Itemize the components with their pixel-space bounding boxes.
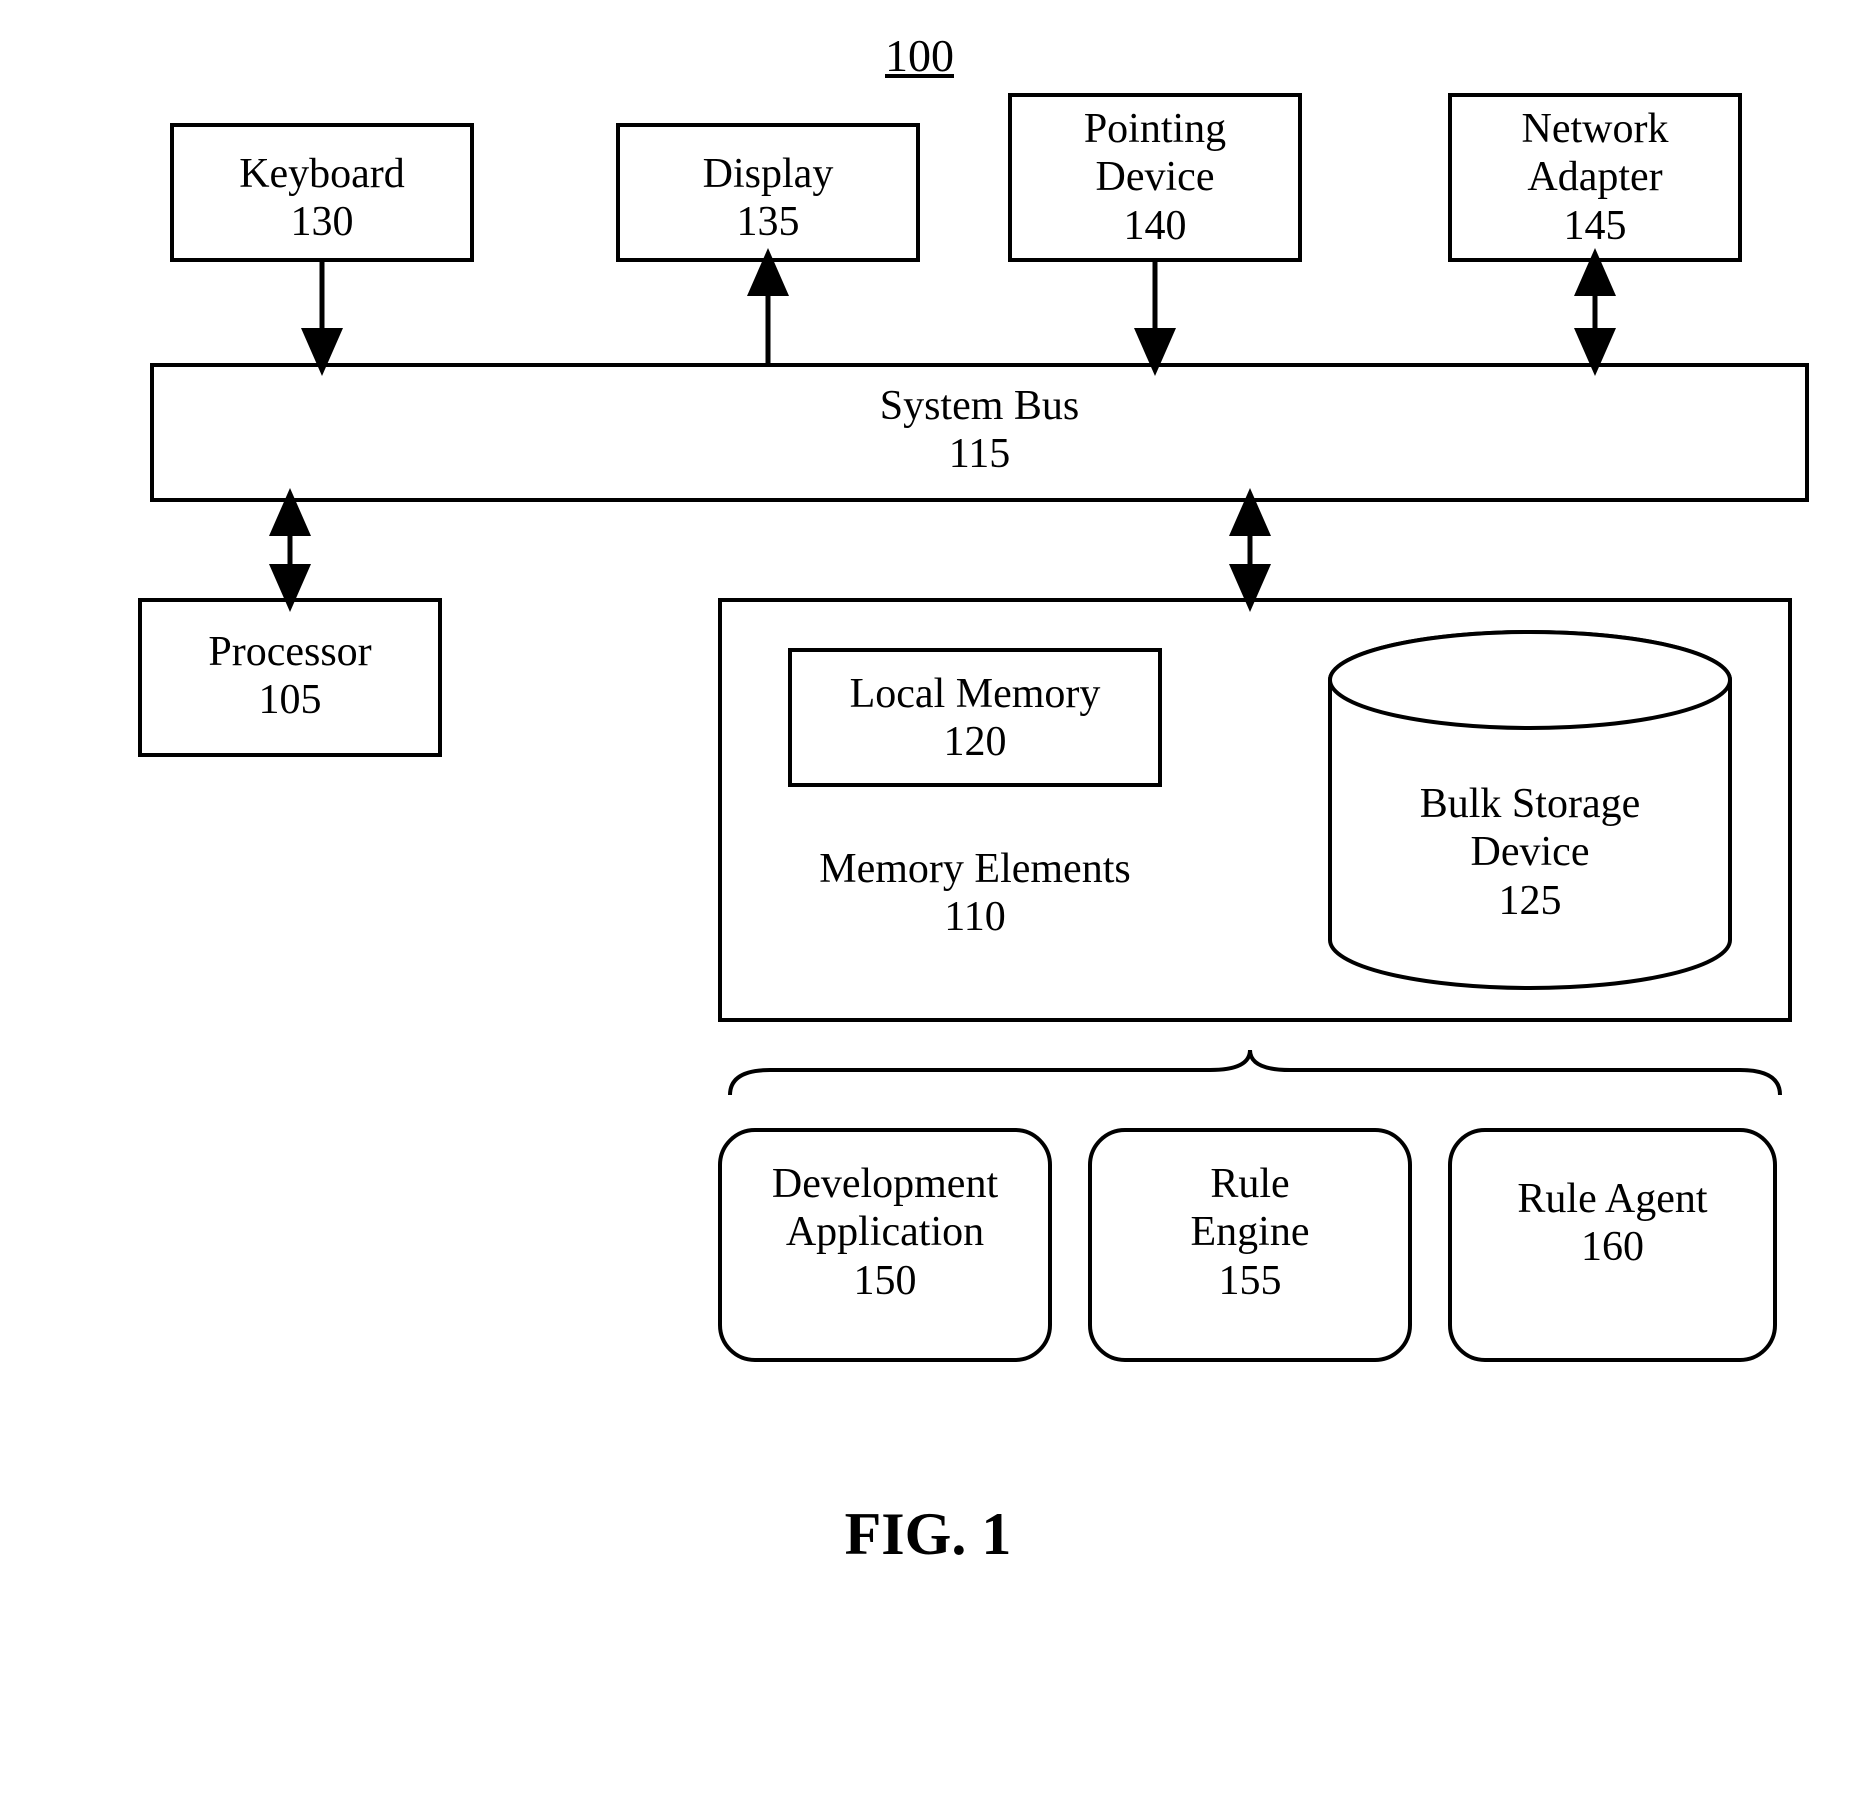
pointing-device-label: Pointing Device 140	[1010, 105, 1300, 250]
rule-engine-label: Rule Engine 155	[1090, 1160, 1410, 1305]
figure-canvas: 100 Keyboard 130 Display 135 Pointing De…	[0, 0, 1856, 1817]
system-bus-label: System Bus 115	[152, 382, 1807, 479]
bulk-storage-label: Bulk Storage Device 125	[1330, 780, 1730, 925]
network-adapter-label: Network Adapter 145	[1450, 105, 1740, 250]
figure-number: 100	[885, 30, 954, 83]
display-label: Display 135	[618, 150, 918, 247]
processor-label: Processor 105	[140, 628, 440, 725]
curly-brace	[730, 1050, 1780, 1095]
local-memory-label: Local Memory 120	[790, 670, 1160, 767]
dev-app-label: Development Application 150	[720, 1160, 1050, 1305]
memory-elements-label: Memory Elements 110	[790, 845, 1160, 942]
rule-agent-label: Rule Agent 160	[1450, 1175, 1775, 1272]
keyboard-label: Keyboard 130	[172, 150, 472, 247]
figure-caption: FIG. 1	[0, 1500, 1856, 1569]
